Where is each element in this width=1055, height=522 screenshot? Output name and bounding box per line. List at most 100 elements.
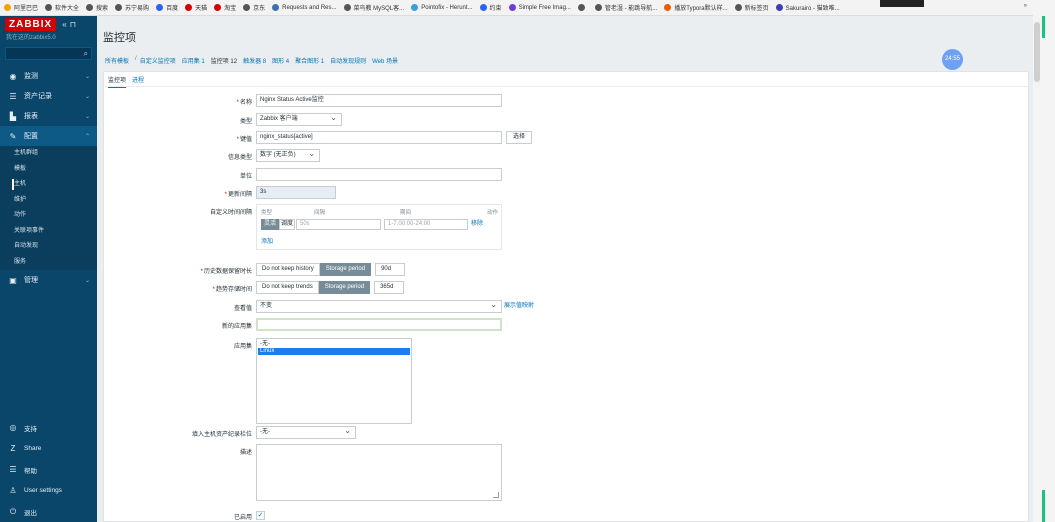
report-icon: ▙: [9, 111, 17, 121]
submenu-event-correlation[interactable]: 关联项事件: [0, 224, 97, 240]
nav-reports[interactable]: ▙ 报表 ⌄: [0, 106, 97, 126]
sidebar: ZABBIX « ⊓ 我在这的zabbix5.0 ⌕ ◉ 监测 ⌄ ☰ 资产记录…: [0, 16, 97, 522]
bookmark-item[interactable]: 软件大全: [45, 3, 79, 12]
bookmark-item[interactable]: Pointofix - Herunt...: [411, 4, 473, 11]
nav-user-settings[interactable]: ♙ User settings: [0, 480, 97, 501]
breadcrumb-all-templates[interactable]: 所有模板: [105, 56, 129, 65]
remove-interval-link[interactable]: 移除: [471, 219, 483, 230]
page-scrollbar[interactable]: [1033, 0, 1055, 522]
show-value-mappings-link[interactable]: 展示值映射: [504, 300, 534, 313]
description-textarea[interactable]: [256, 444, 502, 501]
row-key: *键值 nginx_status[active] 选择: [104, 131, 1024, 145]
type-select[interactable]: Zabbix 客户端: [256, 112, 342, 126]
breadcrumb-template[interactable]: 自定义监控项: [140, 56, 176, 65]
bookmark-item[interactable]: Sakurairo - 猫致唯...: [775, 3, 840, 12]
custom-period-input[interactable]: 1-7,00:00-24:00: [384, 219, 468, 230]
breadcrumb-discovery-rules[interactable]: 自动发现规则: [330, 56, 366, 65]
submenu-services[interactable]: 服务: [0, 255, 97, 271]
trends-storage-toggle: Do not keep trends Storage period 365d: [256, 281, 405, 294]
submenu-discovery[interactable]: 自动发现: [0, 239, 97, 255]
bookmark-item[interactable]: 搜索: [86, 3, 108, 12]
row-units: 单位: [104, 168, 1024, 182]
submenu-maintenance[interactable]: 维护: [0, 193, 97, 209]
trends-storage-period-option[interactable]: Storage period: [318, 281, 371, 294]
bookmark-item[interactable]: 天猫: [185, 3, 207, 12]
breadcrumb-items[interactable]: 监控项 12: [211, 56, 237, 65]
application-option-linux[interactable]: Linux: [258, 348, 410, 355]
search-icon[interactable]: ⌕: [84, 49, 88, 59]
nav-label: 管理: [24, 277, 38, 284]
share-icon: Z: [10, 444, 16, 453]
scrollbar-thumb[interactable]: [1034, 22, 1040, 82]
nav-monitoring[interactable]: ◉ 监测 ⌄: [0, 66, 97, 86]
key-input[interactable]: nginx_status[active]: [256, 131, 502, 144]
nav-administration[interactable]: ▣ 管理 ⌄: [0, 270, 97, 290]
support-icon: ◎: [9, 423, 17, 432]
col-action: 动作: [487, 210, 499, 216]
breadcrumb-applications[interactable]: 应用集 1: [182, 56, 205, 65]
submenu-actions[interactable]: 动作: [0, 208, 97, 224]
bookmarks-overflow-icon[interactable]: »: [1024, 3, 1027, 9]
name-input[interactable]: Nginx Status Active监控: [256, 94, 502, 107]
row-applications: 应用集 -无- Linux: [104, 338, 1024, 426]
history-nokeep-option[interactable]: Do not keep history: [256, 263, 320, 276]
bookmark-item[interactable]: 京东: [243, 3, 265, 12]
trends-period-input[interactable]: 365d: [374, 281, 405, 294]
flexible-toggle[interactable]: 灵活: [261, 219, 279, 230]
update-interval-input[interactable]: 3s: [256, 186, 336, 199]
label-name: *名称: [237, 97, 252, 106]
bookmark-favicon-icon: [156, 4, 164, 11]
sidebar-search-input[interactable]: ⌕: [5, 47, 92, 60]
bookmark-item[interactable]: [577, 4, 588, 11]
submenu-host-groups[interactable]: 主机群组: [0, 146, 97, 162]
bookmark-label: 搜索: [96, 6, 109, 12]
breadcrumb-screens[interactable]: 聚合图形 1: [295, 56, 324, 65]
key-select-button[interactable]: 选择: [506, 131, 533, 144]
bookmark-favicon-icon: [86, 4, 94, 11]
units-input[interactable]: [256, 168, 502, 181]
scheduling-toggle[interactable]: 调度: [279, 219, 295, 230]
custom-interval-input[interactable]: 50s: [296, 219, 381, 230]
enabled-checkbox[interactable]: ✓: [256, 511, 265, 520]
bookmark-item[interactable]: 苏宁易购: [115, 3, 149, 12]
custom-intervals-table: 类型 间隔 期间 动作 灵活 调度 50s 1-7,00:00-24:00 移除…: [256, 204, 502, 250]
breadcrumb-web-scenarios[interactable]: Web 场景: [372, 56, 398, 65]
bookmark-label: Sakurairo - 猫致唯...: [785, 6, 840, 12]
submenu-hosts[interactable]: 主机: [0, 177, 97, 193]
nav-configuration[interactable]: ✎ 配置 ⌃: [0, 126, 97, 146]
add-interval-link[interactable]: 添加: [261, 236, 273, 245]
kiosk-mode-icon[interactable]: ⊓: [70, 20, 76, 29]
bookmark-item[interactable]: 管老湿 - 能跳导航...: [594, 3, 657, 12]
bookmark-favicon-icon: [411, 4, 419, 11]
inventory-field-select[interactable]: -无-: [256, 425, 356, 439]
bookmark-item[interactable]: Simple Free Imag...: [508, 4, 571, 11]
application-option-none[interactable]: -无-: [258, 341, 410, 348]
bookmark-item[interactable]: Requests and Res...: [272, 4, 337, 11]
applications-listbox[interactable]: -无- Linux: [256, 338, 412, 424]
collapse-sidebar-icon[interactable]: «: [62, 20, 66, 29]
trends-nokeep-option[interactable]: Do not keep trends: [256, 281, 319, 294]
nav-share[interactable]: Z Share: [0, 438, 97, 459]
bookmark-item[interactable]: 播放Typora默认样...: [664, 3, 728, 12]
zabbix-logo[interactable]: ZABBIX: [5, 17, 57, 31]
nav-sign-out[interactable]: ⏻ 退出: [0, 501, 97, 522]
value-map-select[interactable]: 不变: [256, 299, 502, 313]
submenu-templates[interactable]: 模板: [0, 162, 97, 178]
nav-inventory[interactable]: ☰ 资产记录 ⌄: [0, 86, 97, 106]
col-period: 期间: [400, 210, 412, 216]
bookmark-item[interactable]: 阿里巴巴: [4, 3, 38, 12]
bookmark-item[interactable]: 菜鸟教 MySQL客...: [343, 3, 404, 12]
bookmark-item[interactable]: 约束: [479, 3, 502, 12]
history-period-input[interactable]: 90d: [375, 263, 406, 276]
history-storage-period-option[interactable]: Storage period: [319, 263, 372, 276]
info-type-select[interactable]: 数字 (无正负): [256, 148, 320, 162]
nav-help[interactable]: ☰ 帮助: [0, 459, 97, 480]
bookmark-item[interactable]: 新标签页: [734, 3, 769, 12]
required-marker: *: [236, 100, 239, 106]
bookmark-item[interactable]: 淘宝: [214, 3, 236, 12]
breadcrumb-triggers[interactable]: 触发器 8: [243, 56, 266, 65]
breadcrumb-graphs[interactable]: 图形 4: [272, 56, 289, 65]
nav-support[interactable]: ◎ 支持: [0, 417, 97, 438]
new-application-input[interactable]: [256, 318, 502, 331]
bookmark-item[interactable]: 百度: [156, 3, 178, 12]
